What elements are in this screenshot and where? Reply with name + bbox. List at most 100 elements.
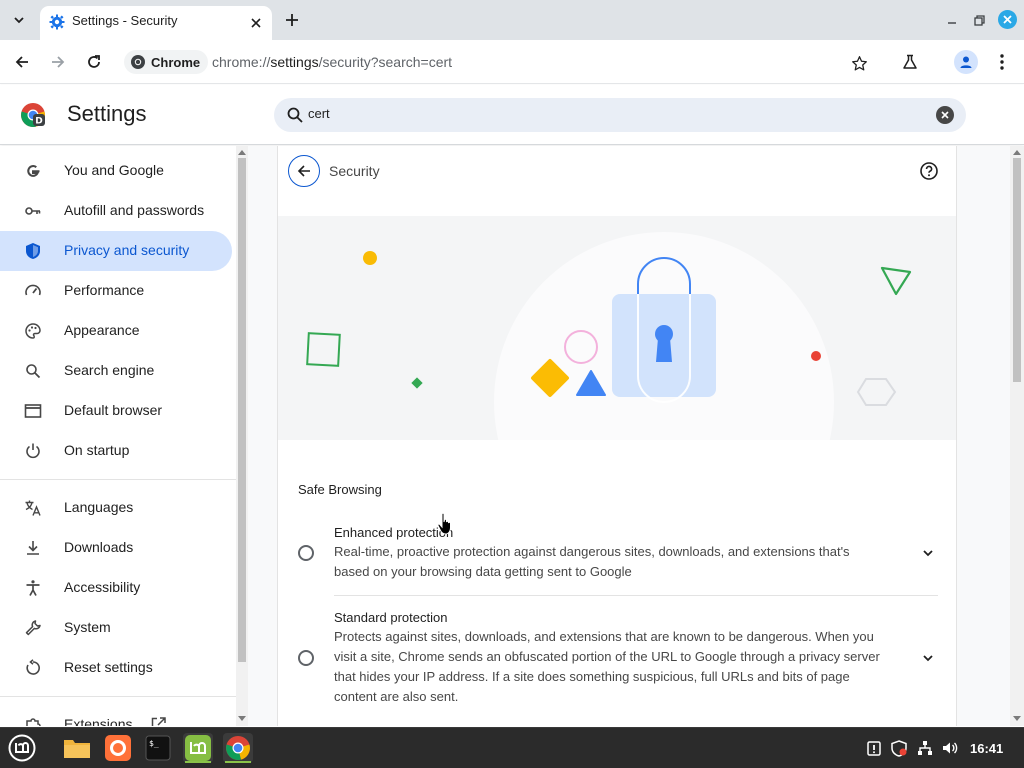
sidebar-scroll-thumb[interactable] bbox=[238, 158, 246, 662]
enhanced-protection-option[interactable]: Enhanced protection Real-time, proactive… bbox=[278, 522, 956, 602]
sidebar-item-label: Languages bbox=[64, 499, 134, 515]
sidebar-item-system[interactable]: System bbox=[0, 608, 232, 648]
chrome-menu-button[interactable] bbox=[991, 51, 1013, 73]
sidebar-item-label: System bbox=[64, 619, 111, 635]
sidebar-item-appearance[interactable]: Appearance bbox=[0, 311, 232, 351]
taskbar-clock[interactable]: 16:41 bbox=[970, 741, 1003, 756]
sidebar-item-label: Reset settings bbox=[64, 659, 153, 675]
sidebar-divider bbox=[0, 696, 236, 697]
sidebar-item-extensions[interactable]: Extensions bbox=[0, 705, 232, 726]
chrome-logo-icon bbox=[131, 55, 145, 69]
scroll-up-arrow[interactable] bbox=[238, 148, 246, 156]
green-square-outline bbox=[306, 332, 341, 367]
standard-protection-option[interactable]: Standard protection Protects against sit… bbox=[278, 608, 956, 708]
active-tab[interactable]: Settings - Security bbox=[40, 6, 272, 40]
shield-alert-icon bbox=[891, 739, 907, 757]
clear-search-button[interactable] bbox=[936, 106, 954, 124]
chrome-dev-logo-icon: D bbox=[21, 103, 45, 127]
close-icon bbox=[251, 18, 261, 28]
wrench-icon bbox=[24, 619, 42, 637]
sidebar-item-performance[interactable]: Performance bbox=[0, 271, 232, 311]
scroll-down-arrow[interactable] bbox=[1013, 715, 1021, 723]
files-app-button[interactable] bbox=[62, 733, 92, 763]
svg-text:$_: $_ bbox=[149, 739, 159, 748]
address-bar[interactable]: Chrome chrome://settings/security?search… bbox=[120, 45, 880, 79]
terminal-button[interactable]: $_ bbox=[143, 733, 173, 763]
tab-search-button[interactable] bbox=[6, 7, 32, 33]
sidebar-item-label: Extensions bbox=[64, 716, 133, 726]
sidebar-item-on-startup[interactable]: On startup bbox=[0, 431, 232, 471]
download-icon bbox=[24, 539, 42, 557]
bookmark-star-button[interactable] bbox=[849, 53, 869, 73]
sidebar-item-you-and-google[interactable]: You and Google bbox=[0, 151, 232, 191]
open-in-new-icon bbox=[151, 717, 166, 726]
back-button[interactable] bbox=[9, 49, 35, 75]
main-scrollbar[interactable] bbox=[1010, 146, 1024, 726]
speedometer-icon bbox=[24, 282, 42, 300]
arrow-left-icon bbox=[297, 165, 310, 177]
hexagon-outline bbox=[856, 378, 897, 406]
chrome-taskbar-button[interactable] bbox=[223, 733, 253, 763]
sidebar-item-label: Downloads bbox=[64, 539, 134, 555]
expand-enhanced-button[interactable] bbox=[919, 544, 937, 562]
security-tray-button[interactable] bbox=[890, 739, 908, 757]
scroll-up-arrow[interactable] bbox=[1013, 148, 1021, 156]
settings-search-box[interactable] bbox=[274, 98, 966, 132]
option-title: Standard protection bbox=[334, 610, 448, 625]
sidebar-item-privacy-and-security[interactable]: Privacy and security bbox=[0, 231, 232, 271]
scroll-down-arrow[interactable] bbox=[238, 715, 246, 723]
site-info-chip[interactable]: Chrome bbox=[124, 50, 209, 74]
sidebar-item-label: You and Google bbox=[64, 162, 164, 178]
chevron-down-icon bbox=[14, 17, 24, 24]
help-icon[interactable] bbox=[920, 162, 938, 180]
puzzle-icon bbox=[24, 716, 42, 726]
labs-button[interactable] bbox=[899, 51, 921, 73]
sidebar-item-accessibility[interactable]: Accessibility bbox=[0, 568, 232, 608]
notifications-tray-button[interactable] bbox=[865, 739, 883, 757]
maximize-button[interactable] bbox=[969, 10, 989, 30]
expand-standard-button[interactable] bbox=[919, 649, 937, 667]
settings-header: D Settings bbox=[0, 85, 1024, 145]
star-icon bbox=[851, 55, 867, 71]
search-input[interactable] bbox=[308, 106, 908, 121]
reload-icon bbox=[88, 55, 100, 68]
close-icon bbox=[1003, 15, 1012, 24]
network-tray-button[interactable] bbox=[916, 739, 934, 757]
volume-tray-button[interactable] bbox=[941, 739, 959, 757]
sidebar-item-label: Appearance bbox=[64, 322, 140, 338]
sidebar-item-reset-settings[interactable]: Reset settings bbox=[0, 648, 232, 688]
sidebar-item-label: Performance bbox=[64, 282, 145, 298]
mint-logo-icon bbox=[8, 734, 36, 762]
tab-close-button[interactable] bbox=[247, 14, 265, 32]
sidebar-item-autofill[interactable]: Autofill and passwords bbox=[0, 191, 232, 231]
back-to-privacy-button[interactable] bbox=[288, 155, 320, 187]
arrow-right-icon bbox=[52, 56, 65, 68]
sidebar-item-downloads[interactable]: Downloads bbox=[0, 528, 232, 568]
sidebar-item-default-browser[interactable]: Default browser bbox=[0, 391, 232, 431]
mintupdate-button[interactable] bbox=[183, 733, 213, 763]
reset-icon bbox=[24, 659, 42, 677]
sidebar-scrollbar[interactable] bbox=[236, 146, 248, 726]
browser-window-icon bbox=[24, 402, 42, 420]
network-icon bbox=[918, 741, 932, 755]
forward-button[interactable] bbox=[45, 49, 71, 75]
reload-button[interactable] bbox=[81, 49, 107, 75]
sidebar-divider bbox=[0, 479, 236, 480]
sidebar-item-languages[interactable]: Languages bbox=[0, 488, 232, 528]
minimize-button[interactable] bbox=[942, 10, 962, 30]
window-close-button[interactable] bbox=[998, 10, 1017, 29]
sidebar-item-search-engine[interactable]: Search engine bbox=[0, 351, 232, 391]
url-host: settings bbox=[270, 54, 319, 70]
firefox-button[interactable] bbox=[103, 733, 133, 763]
translate-icon bbox=[24, 499, 42, 517]
standard-protection-radio[interactable] bbox=[298, 650, 314, 666]
enhanced-protection-radio[interactable] bbox=[298, 545, 314, 561]
start-menu-button[interactable] bbox=[7, 733, 37, 763]
profile-avatar-button[interactable] bbox=[954, 50, 978, 74]
main-scroll-thumb[interactable] bbox=[1013, 158, 1021, 382]
browser-toolbar: Chrome chrome://settings/security?search… bbox=[0, 40, 1024, 84]
new-tab-button[interactable] bbox=[280, 8, 304, 32]
mint-update-icon bbox=[185, 735, 211, 761]
option-description: Real-time, proactive protection against … bbox=[334, 544, 850, 579]
running-indicator bbox=[185, 761, 211, 763]
